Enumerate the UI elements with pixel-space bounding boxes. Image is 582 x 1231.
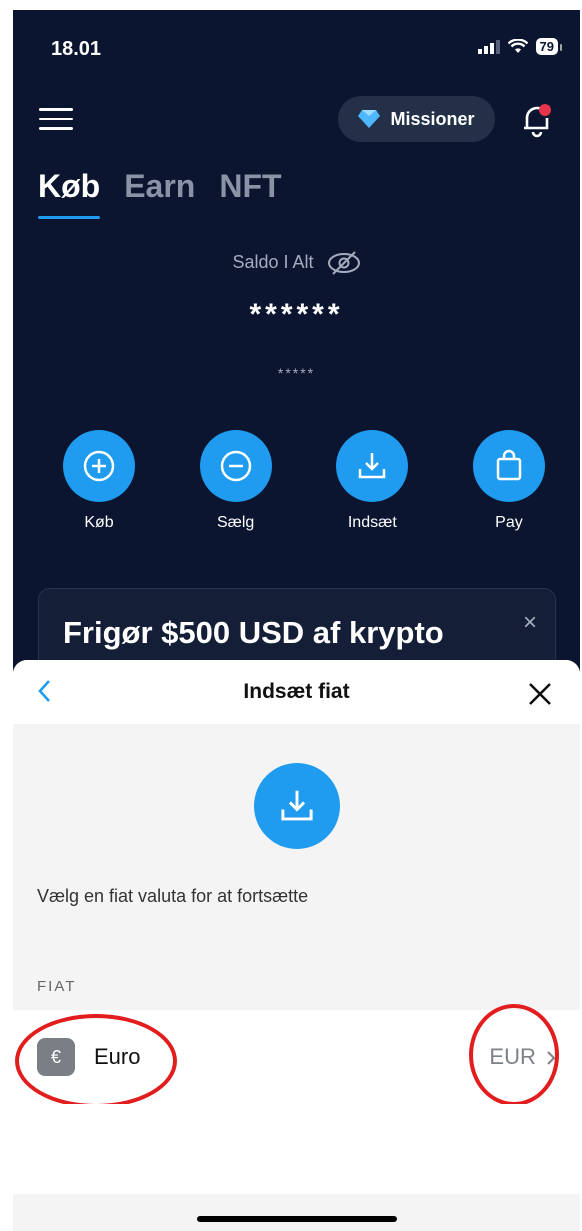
diamond-icon — [358, 110, 381, 128]
highlight-ring-currency-name — [15, 1014, 177, 1108]
download-icon — [336, 430, 409, 502]
highlight-ring-currency-code — [469, 1004, 559, 1106]
deposit-action-label: Indsæt — [347, 514, 397, 531]
sheet-title: Indsæt fiat — [243, 680, 350, 703]
balance-value: ****** — [249, 298, 344, 331]
sell-action-label: Sælg — [216, 514, 255, 531]
cellular-signal-icon — [477, 39, 500, 54]
pay-action-label: Pay — [495, 514, 523, 531]
sell-action-button[interactable]: Sælg — [196, 430, 276, 532]
status-bar-icons: 79 — [477, 38, 563, 55]
balance-label-row: Saldo I Alt — [13, 250, 580, 276]
home-indicator — [197, 1216, 397, 1222]
deposit-download-icon — [254, 763, 340, 849]
deposit-fiat-sheet: Indsæt fiat Vælg en fiat valuta for at f… — [13, 660, 580, 1231]
plus-circle-icon — [63, 430, 135, 502]
battery-indicator: 79 — [535, 38, 563, 55]
status-time: 18.01 — [51, 38, 102, 60]
buy-action-button[interactable]: Køb — [59, 430, 139, 532]
list-empty-area — [13, 1104, 580, 1194]
balance-label: Saldo I Alt — [232, 251, 314, 272]
balance-sub-value: ***** — [277, 365, 316, 381]
shopping-bag-icon — [472, 430, 545, 502]
pay-action-button[interactable]: Pay — [469, 430, 549, 532]
section-label-fiat: FIAT — [37, 978, 77, 995]
quick-actions: Køb Sælg Indsæt Pay — [59, 430, 549, 532]
notification-bell-icon[interactable] — [521, 102, 553, 138]
promo-title: Frigør $500 USD af krypto — [63, 615, 444, 650]
sheet-header: Indsæt fiat — [13, 660, 580, 724]
tab-earn[interactable]: Earn — [124, 168, 195, 205]
close-icon[interactable] — [528, 682, 552, 706]
instruction-text: Vælg en fiat valuta for at fortsætte — [37, 886, 309, 906]
wifi-icon — [507, 39, 528, 53]
minus-circle-icon — [199, 430, 272, 502]
eye-hidden-icon[interactable] — [327, 250, 361, 276]
missions-button[interactable]: Missioner — [338, 96, 495, 142]
buy-action-label: Køb — [84, 514, 114, 531]
deposit-action-button[interactable]: Indsæt — [332, 430, 412, 532]
tab-kob[interactable]: Køb — [38, 168, 101, 219]
promo-close-icon[interactable]: × — [523, 609, 537, 637]
top-tabs: Køb Earn NFT — [38, 168, 282, 219]
tab-nft[interactable]: NFT — [219, 168, 281, 205]
phone-screen: 18.01 79 Missioner Køb Earn NFT Saldo I … — [13, 10, 580, 1231]
currency-row-euro[interactable]: € Euro EUR — [13, 1004, 580, 1108]
missions-label: Missioner — [390, 108, 475, 129]
hamburger-menu-icon[interactable] — [39, 108, 73, 130]
